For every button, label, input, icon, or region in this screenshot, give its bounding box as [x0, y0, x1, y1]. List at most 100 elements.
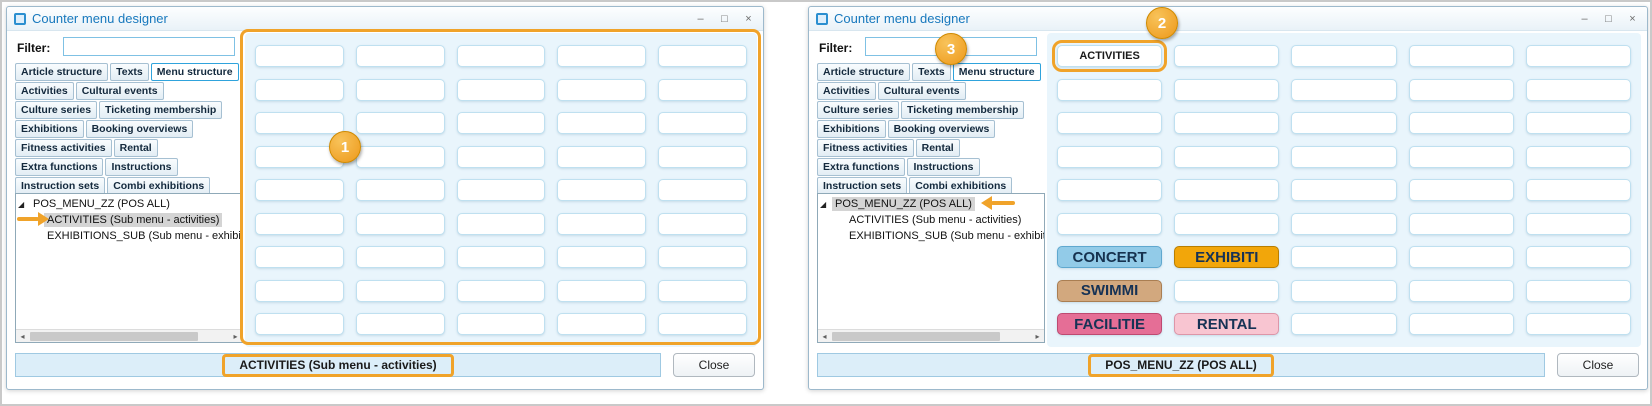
menu-grid-button[interactable]: CONCERT	[1057, 246, 1163, 268]
menu-grid-button[interactable]	[1174, 145, 1280, 168]
menu-grid-button[interactable]	[456, 279, 546, 302]
menu-grid-button[interactable]	[557, 78, 647, 101]
tab[interactable]: Article structure	[817, 63, 911, 81]
menu-grid-button[interactable]	[1057, 145, 1163, 168]
tree-expand-icon[interactable]: ◢	[820, 200, 832, 209]
tab[interactable]: Ticketing membership	[901, 101, 1025, 119]
tab[interactable]: Activities	[817, 82, 876, 100]
menu-grid-button[interactable]	[557, 179, 647, 201]
scrollbar-thumb[interactable]	[832, 331, 1000, 341]
menu-grid-button[interactable]	[658, 212, 747, 235]
menu-grid-button[interactable]	[255, 179, 344, 201]
menu-grid-button[interactable]	[557, 212, 647, 235]
menu-grid-button[interactable]	[456, 145, 546, 168]
menu-grid-button[interactable]	[658, 45, 747, 67]
menu-grid-button[interactable]	[1174, 212, 1280, 235]
menu-grid-button[interactable]	[355, 246, 445, 268]
menu-grid-button[interactable]	[456, 112, 546, 134]
tab[interactable]: Ticketing membership	[99, 101, 223, 119]
menu-grid-button[interactable]	[557, 45, 647, 67]
menu-grid-button[interactable]	[1174, 279, 1280, 302]
menu-grid-button[interactable]	[658, 78, 747, 101]
menu-grid-button[interactable]	[255, 78, 344, 101]
menu-grid-button[interactable]	[456, 45, 546, 67]
menu-grid-button[interactable]	[1174, 78, 1280, 101]
menu-grid-button[interactable]	[456, 313, 546, 335]
close-window-icon[interactable]: ×	[1625, 13, 1640, 25]
menu-grid-button[interactable]	[658, 112, 747, 134]
menu-grid-button[interactable]	[1291, 313, 1397, 335]
menu-grid-button[interactable]: FACILITIE	[1057, 313, 1163, 335]
menu-structure-tree[interactable]: ◢ POS_MENU_ZZ (POS ALL) ACTIVITIES (Sub …	[817, 193, 1045, 343]
tab[interactable]: Exhibitions	[15, 120, 84, 138]
menu-grid-button[interactable]	[255, 246, 344, 268]
menu-grid-button[interactable]	[1291, 212, 1397, 235]
menu-grid-button[interactable]: ACTIVITIES	[1051, 40, 1168, 72]
tree-horizontal-scrollbar[interactable]: ◂ ▸	[818, 329, 1044, 342]
tab[interactable]: Menu structure	[150, 63, 239, 81]
tree-node[interactable]: EXHIBITIONS_SUB (Sub menu - exhibitio	[16, 228, 242, 244]
tab[interactable]: Cultural events	[877, 82, 966, 100]
tree-node[interactable]: ACTIVITIES (Sub menu - activities)	[16, 212, 242, 228]
tab[interactable]: Culture series	[817, 101, 900, 119]
close-window-icon[interactable]: ×	[741, 13, 756, 25]
menu-grid-button[interactable]	[255, 212, 344, 235]
tree-node[interactable]: ◢ POS_MENU_ZZ (POS ALL)	[818, 196, 1044, 212]
menu-grid-button[interactable]	[658, 313, 747, 335]
menu-grid-button[interactable]	[355, 313, 445, 335]
tab[interactable]: Texts	[912, 63, 951, 81]
maximize-icon[interactable]: □	[717, 13, 732, 25]
menu-grid-button[interactable]	[456, 179, 546, 201]
menu-grid-button[interactable]	[1525, 179, 1631, 201]
menu-grid-button[interactable]	[255, 313, 344, 335]
menu-grid-button[interactable]	[1408, 112, 1514, 134]
menu-grid-button[interactable]	[1525, 212, 1631, 235]
tree-node[interactable]: ◢ POS_MENU_ZZ (POS ALL)	[16, 196, 242, 212]
menu-grid-button[interactable]	[255, 279, 344, 302]
menu-grid-button[interactable]	[658, 279, 747, 302]
menu-grid-button[interactable]	[255, 112, 344, 134]
menu-grid-button[interactable]	[1057, 78, 1163, 101]
tab[interactable]: Instructions	[105, 158, 178, 176]
tree-node[interactable]: ACTIVITIES (Sub menu - activities)	[818, 212, 1044, 228]
menu-grid-button[interactable]	[1291, 179, 1397, 201]
menu-grid-button[interactable]	[1525, 78, 1631, 101]
menu-grid-button[interactable]	[658, 145, 747, 168]
menu-grid-button[interactable]	[456, 246, 546, 268]
menu-grid-button[interactable]	[557, 313, 647, 335]
tab[interactable]: Activities	[15, 82, 74, 100]
menu-grid-button[interactable]	[557, 246, 647, 268]
tab[interactable]: Extra functions	[15, 158, 104, 176]
tab[interactable]: Fitness activities	[817, 139, 914, 157]
scroll-left-icon[interactable]: ◂	[818, 330, 831, 343]
titlebar[interactable]: Counter menu designer – □ ×	[7, 7, 763, 31]
menu-grid-button[interactable]	[456, 78, 546, 101]
menu-grid-button[interactable]	[1057, 112, 1163, 134]
tree-expand-icon[interactable]: ◢	[18, 200, 30, 209]
menu-grid-button[interactable]	[1525, 279, 1631, 302]
menu-grid-button[interactable]	[355, 78, 445, 101]
menu-grid-button[interactable]	[1408, 145, 1514, 168]
menu-grid-button[interactable]	[1291, 246, 1397, 268]
tab[interactable]: Fitness activities	[15, 139, 112, 157]
menu-grid-button[interactable]	[1525, 145, 1631, 168]
menu-grid-button[interactable]: SWIMMI	[1057, 279, 1163, 302]
menu-grid-button[interactable]	[1408, 212, 1514, 235]
close-button[interactable]: Close	[1557, 353, 1639, 377]
tab[interactable]: Cultural events	[75, 82, 164, 100]
menu-grid-button[interactable]	[1057, 212, 1163, 235]
menu-grid-button[interactable]	[1408, 279, 1514, 302]
menu-grid-button[interactable]	[1525, 246, 1631, 268]
menu-grid-button[interactable]	[1174, 45, 1280, 67]
menu-grid-button[interactable]	[557, 112, 647, 134]
tab[interactable]: Exhibitions	[817, 120, 886, 138]
tree-horizontal-scrollbar[interactable]: ◂ ▸	[16, 329, 242, 342]
menu-grid-button[interactable]	[658, 246, 747, 268]
menu-grid-button[interactable]	[1408, 45, 1514, 67]
menu-grid-button[interactable]	[1525, 45, 1631, 67]
menu-grid-button[interactable]: RENTAL	[1174, 313, 1280, 335]
menu-grid-button[interactable]	[1057, 179, 1163, 201]
menu-grid-button[interactable]	[1291, 78, 1397, 101]
menu-grid-button[interactable]	[1408, 246, 1514, 268]
menu-grid-button[interactable]	[355, 212, 445, 235]
